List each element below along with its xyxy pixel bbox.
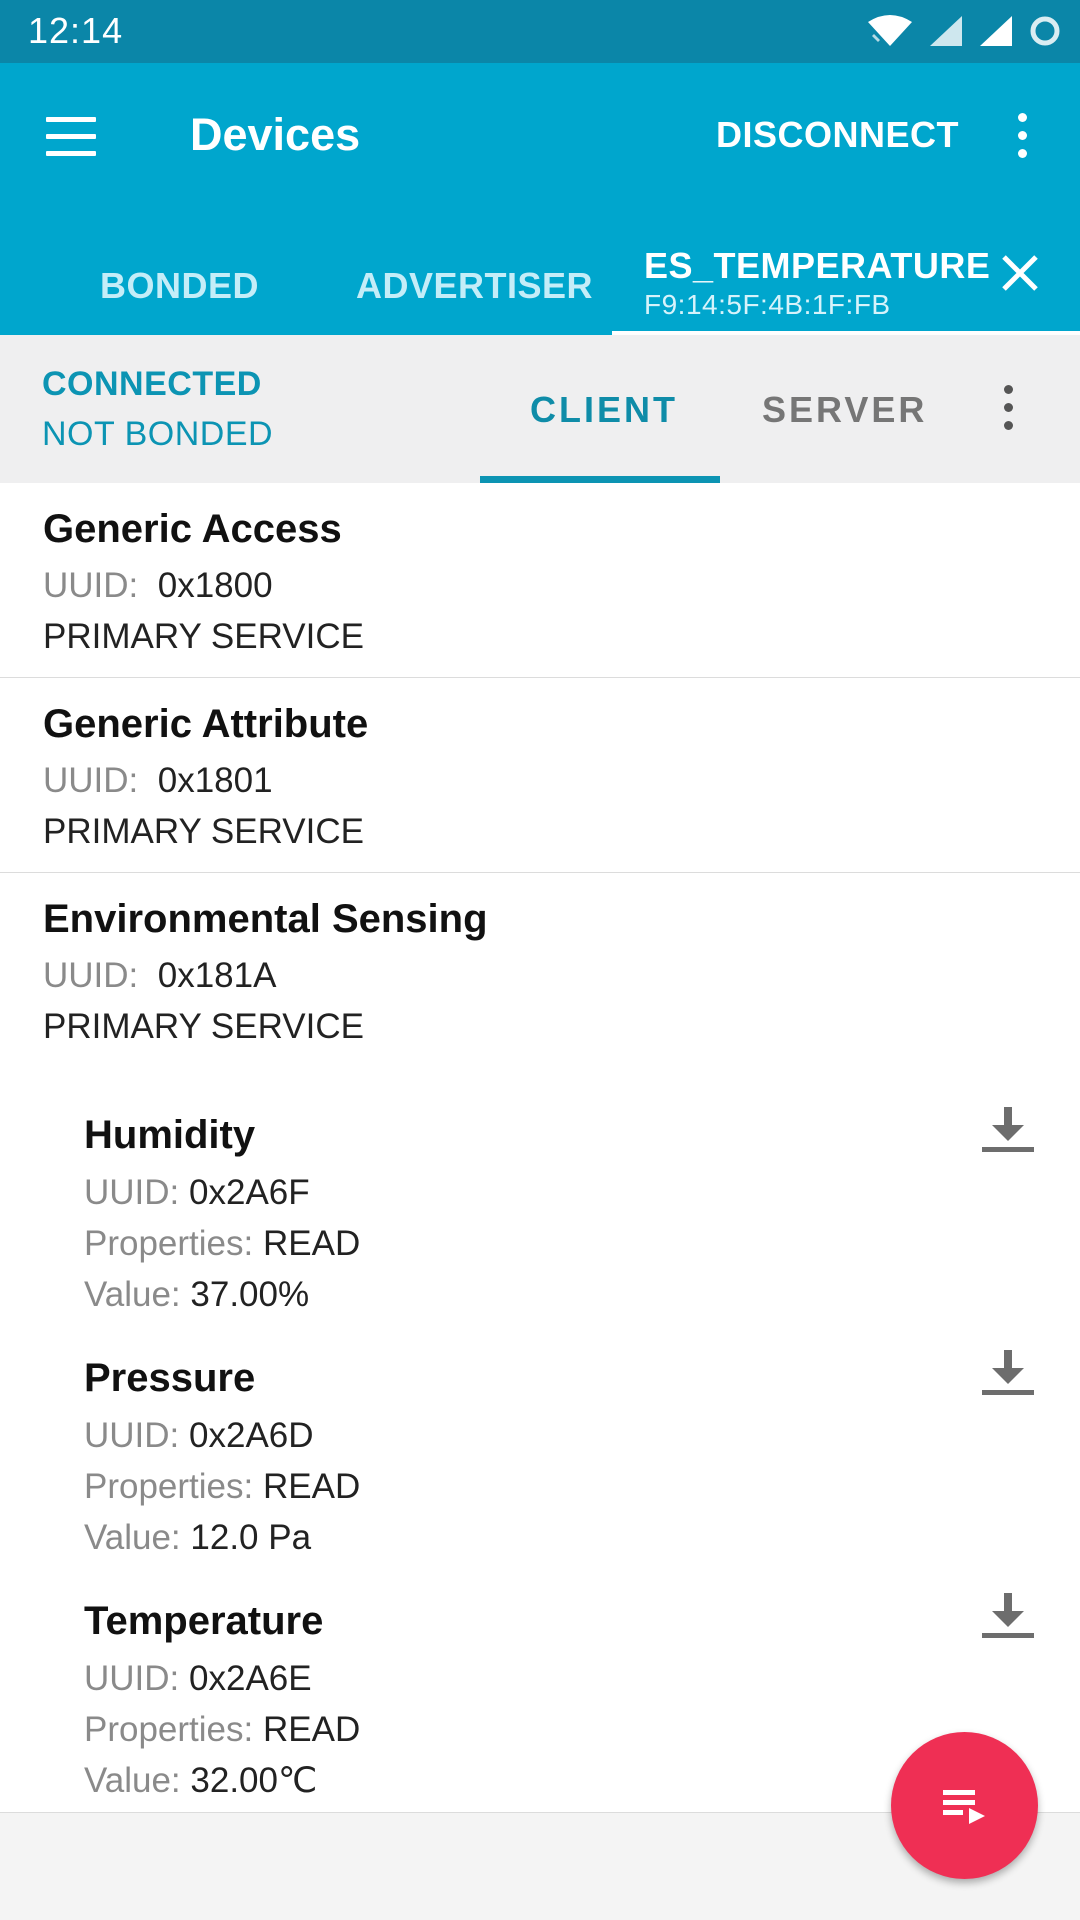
uuid-label: UUID: <box>84 1416 180 1455</box>
characteristic-value: 12.0 Pa <box>190 1518 312 1557</box>
device-address: F9:14:5F:4B:1F:FB <box>644 289 891 320</box>
log-list-icon <box>942 1789 985 1824</box>
device-tabs: BONDED ADVERTISER ES_TEMPERATURE F9:14:5… <box>0 229 1080 336</box>
uuid-value: 0x2A6D <box>189 1416 314 1455</box>
tab-bonded[interactable]: BONDED <box>100 265 259 307</box>
uuid-label: UUID: <box>84 1173 180 1212</box>
characteristic-uuid-row: UUID: 0x2A6F <box>84 1167 1044 1218</box>
service-name: Generic Access <box>43 507 342 551</box>
characteristic-name: Temperature <box>84 1599 324 1643</box>
wifi-icon <box>868 15 912 46</box>
service-item[interactable]: Generic Attribute UUID: 0x1801 PRIMARY S… <box>0 678 1080 873</box>
log-fab-button[interactable] <box>891 1732 1038 1879</box>
characteristic-name: Humidity <box>84 1113 256 1157</box>
more-options-icon[interactable] <box>1000 385 1016 435</box>
properties-label: Properties: <box>84 1710 254 1749</box>
connection-bar: CONNECTED NOT BONDED CLIENT SERVER <box>0 335 1080 483</box>
uuid-value: 0x2A6E <box>189 1659 312 1698</box>
characteristic-properties-row: Properties: READ <box>84 1461 1044 1512</box>
service-uuid-row: UUID: 0x1801 <box>43 755 1080 806</box>
connection-state: CONNECTED <box>42 365 262 403</box>
uuid-label: UUID: <box>43 566 139 605</box>
read-download-icon[interactable] <box>980 1591 1036 1641</box>
characteristic-uuid-row: UUID: 0x2A6E <box>84 1653 1044 1704</box>
characteristic-value-row: Value: 37.00% <box>84 1269 1044 1320</box>
service-uuid-row: UUID: 0x1800 <box>43 560 1080 611</box>
tab-client-label: CLIENT <box>530 389 678 430</box>
characteristic-value-row: Value: 12.0 Pa <box>84 1512 1044 1563</box>
service-item[interactable]: Generic Access UUID: 0x1800 PRIMARY SERV… <box>0 483 1080 678</box>
uuid-label: UUID: <box>43 956 139 995</box>
read-download-icon[interactable] <box>980 1348 1036 1398</box>
status-bar: 12:14 <box>0 0 1080 63</box>
service-item[interactable]: Environmental Sensing UUID: 0x181A PRIMA… <box>0 873 1080 1813</box>
page-title: Devices <box>190 109 361 160</box>
properties-label: Properties: <box>84 1467 254 1506</box>
tab-client[interactable]: CLIENT <box>480 335 720 483</box>
status-time: 12:14 <box>28 10 124 51</box>
uuid-value: 0x1800 <box>157 566 273 605</box>
characteristic-properties-row: Properties: READ <box>84 1218 1044 1269</box>
read-download-icon[interactable] <box>980 1105 1036 1155</box>
device-name: ES_TEMPERATURE <box>644 245 991 286</box>
uuid-value: 0x2A6F <box>189 1173 310 1212</box>
status-icons <box>866 13 1062 49</box>
uuid-value: 0x1801 <box>157 761 273 800</box>
cell-signal-icon <box>930 16 962 46</box>
uuid-value: 0x181A <box>157 956 277 995</box>
hamburger-menu-icon[interactable] <box>46 117 98 157</box>
value-label: Value: <box>84 1761 181 1800</box>
disconnect-button[interactable]: DISCONNECT <box>716 114 959 156</box>
properties-value: READ <box>262 1467 361 1506</box>
service-name: Environmental Sensing <box>43 897 488 941</box>
bond-state: NOT BONDED <box>42 415 274 453</box>
uuid-label: UUID: <box>84 1659 180 1698</box>
properties-value: READ <box>262 1710 361 1749</box>
value-label: Value: <box>84 1518 181 1557</box>
service-type: PRIMARY SERVICE <box>43 617 364 656</box>
sync-icon <box>1030 16 1060 46</box>
service-type: PRIMARY SERVICE <box>43 1007 364 1046</box>
characteristic-value: 37.00% <box>190 1275 310 1314</box>
tab-server[interactable]: SERVER <box>762 389 927 431</box>
tab-client-indicator <box>480 476 720 483</box>
characteristic-uuid-row: UUID: 0x2A6D <box>84 1410 1044 1461</box>
uuid-label: UUID: <box>43 761 139 800</box>
service-name: Generic Attribute <box>43 702 369 746</box>
value-label: Value: <box>84 1275 181 1314</box>
characteristic-name: Pressure <box>84 1356 256 1400</box>
characteristic-value: 32.00℃ <box>190 1761 318 1800</box>
characteristic-item[interactable]: Humidity UUID: 0x2A6F Properties: READ V… <box>84 1107 1044 1320</box>
characteristic-properties-row: Properties: READ <box>84 1704 1044 1755</box>
properties-label: Properties: <box>84 1224 254 1263</box>
close-icon[interactable] <box>996 249 1044 297</box>
more-options-icon[interactable] <box>1010 113 1034 163</box>
cell-signal-icon <box>980 16 1012 46</box>
properties-value: READ <box>262 1224 361 1263</box>
services-list: Generic Access UUID: 0x1800 PRIMARY SERV… <box>0 483 1080 1813</box>
tab-advertiser[interactable]: ADVERTISER <box>356 265 593 307</box>
service-type: PRIMARY SERVICE <box>43 812 364 851</box>
tab-es-temperature[interactable]: ES_TEMPERATURE F9:14:5F:4B:1F:FB <box>612 229 1080 335</box>
service-uuid-row: UUID: 0x181A <box>43 950 1080 1001</box>
characteristic-item[interactable]: Pressure UUID: 0x2A6D Properties: READ V… <box>84 1350 1044 1563</box>
app-bar: Devices DISCONNECT BONDED ADVERTISER ES_… <box>0 63 1080 336</box>
